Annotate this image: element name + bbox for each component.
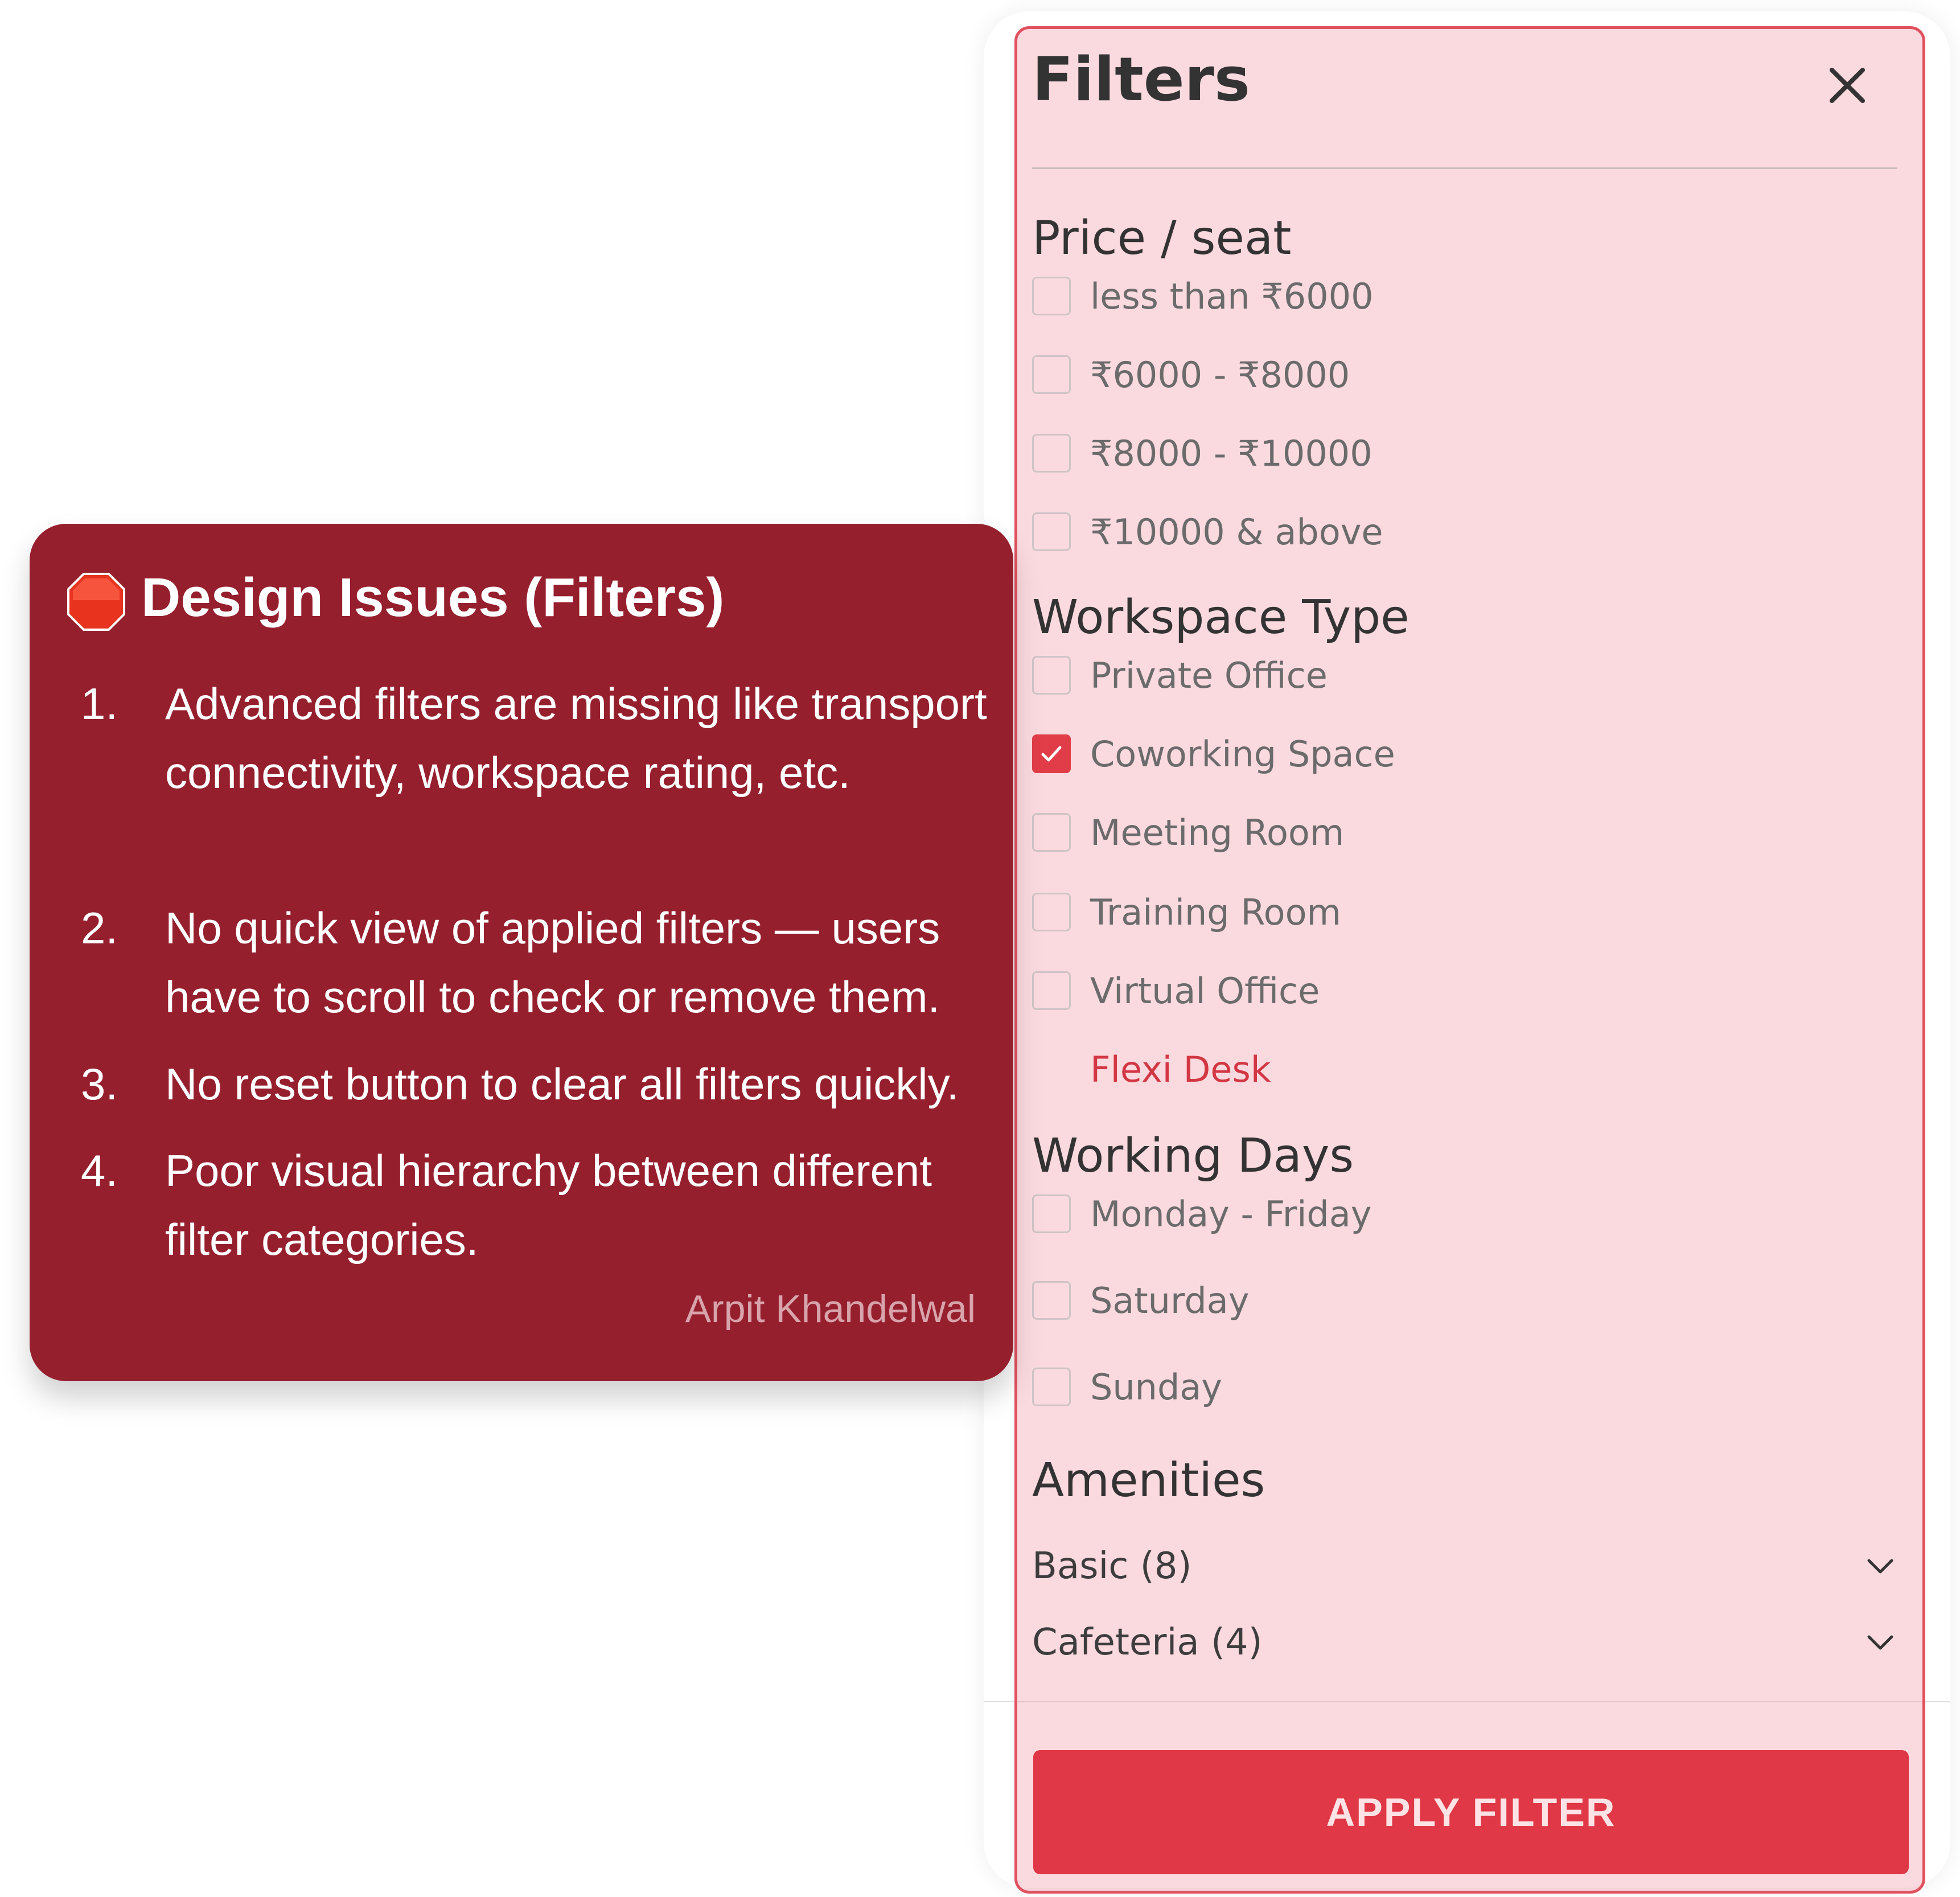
workspace-option-coworking-space[interactable]: Coworking Space xyxy=(1032,732,1395,775)
issue-number: 1. xyxy=(81,679,118,729)
issue-text: Advanced filters are missing like transp… xyxy=(165,679,987,798)
issue-item: 4. Poor visual hierarchy between differe… xyxy=(81,1136,992,1274)
issue-text: Poor visual hierarchy between different … xyxy=(165,1145,932,1264)
card-title: Design Issues (Filters) xyxy=(141,567,725,628)
price-option-8000-10000[interactable]: ₹8000 - ₹10000 xyxy=(1032,432,1373,475)
issue-text: No reset button to clear all filters qui… xyxy=(165,1059,959,1109)
checkbox[interactable] xyxy=(1032,1194,1071,1233)
checkbox[interactable] xyxy=(1032,277,1071,315)
checkbox[interactable] xyxy=(1032,1281,1071,1320)
workspace-option-flexi-desk[interactable]: Flexi Desk xyxy=(1032,1048,1271,1091)
option-label: Flexi Desk xyxy=(1090,1048,1271,1090)
workspace-option-training-room[interactable]: Training Room xyxy=(1032,890,1341,934)
close-icon[interactable] xyxy=(1822,60,1873,111)
amenity-group-basic[interactable]: Basic (8) xyxy=(1032,1541,1897,1592)
option-label: Sunday xyxy=(1090,1366,1222,1408)
amenity-group-cafeteria[interactable]: Cafeteria (4) xyxy=(1032,1617,1897,1668)
apply-filter-button[interactable]: APPLY FILTER xyxy=(1033,1750,1909,1874)
option-label: Saturday xyxy=(1090,1279,1250,1321)
design-issues-card: Design Issues (Filters) 1. Advanced filt… xyxy=(30,524,1013,1381)
workspace-option-meeting-room[interactable]: Meeting Room xyxy=(1032,811,1344,854)
option-label: Private Office xyxy=(1090,654,1328,696)
option-label: less than ₹6000 xyxy=(1090,275,1374,317)
checkbox[interactable] xyxy=(1032,434,1071,473)
issue-item: 2. No quick view of applied filters — us… xyxy=(81,894,992,1032)
option-label: Coworking Space xyxy=(1090,733,1395,775)
workspace-option-private-office[interactable]: Private Office xyxy=(1032,654,1328,697)
header-divider xyxy=(1032,167,1897,169)
section-title-amenities: Amenities xyxy=(1032,1453,1265,1508)
issue-item: 3. No reset button to clear all filters … xyxy=(81,1050,992,1119)
checkbox[interactable] xyxy=(1032,971,1071,1010)
check-icon xyxy=(1041,746,1062,762)
days-option-sunday[interactable]: Sunday xyxy=(1032,1365,1222,1409)
author-credit: Arpit Khandelwal xyxy=(685,1287,976,1331)
issue-number: 2. xyxy=(81,903,118,953)
checkbox[interactable] xyxy=(1032,656,1071,695)
option-label: Virtual Office xyxy=(1090,970,1320,1012)
amenity-label: Cafeteria (4) xyxy=(1032,1621,1263,1664)
chevron-down-icon[interactable] xyxy=(1863,1631,1897,1654)
checkbox-hidden[interactable] xyxy=(1032,1050,1071,1089)
option-label: Monday - Friday xyxy=(1090,1193,1372,1235)
section-title-working-days: Working Days xyxy=(1032,1129,1354,1183)
option-label: Meeting Room xyxy=(1090,811,1345,853)
chevron-down-icon[interactable] xyxy=(1863,1555,1897,1578)
checkbox[interactable] xyxy=(1032,355,1071,394)
issue-item: 1. Advanced filters are missing like tra… xyxy=(81,670,992,807)
days-option-saturday[interactable]: Saturday xyxy=(1032,1279,1249,1322)
price-option-6000-8000[interactable]: ₹6000 - ₹8000 xyxy=(1032,353,1350,396)
amenity-label: Basic (8) xyxy=(1032,1545,1192,1587)
issue-text: No quick view of applied filters — users… xyxy=(165,903,940,1022)
section-title-price: Price / seat xyxy=(1032,211,1292,265)
checkbox[interactable] xyxy=(1032,813,1071,852)
days-option-monday-friday[interactable]: Monday - Friday xyxy=(1032,1192,1371,1235)
option-label: ₹8000 - ₹10000 xyxy=(1090,432,1373,474)
option-label: ₹6000 - ₹8000 xyxy=(1090,354,1350,396)
option-label: ₹10000 & above xyxy=(1090,511,1383,553)
option-label: Training Room xyxy=(1090,891,1341,933)
issue-number: 3. xyxy=(81,1059,118,1109)
checkbox-checked[interactable] xyxy=(1032,734,1071,773)
stop-sign-icon xyxy=(67,573,125,631)
issue-number: 4. xyxy=(81,1145,118,1196)
price-option-10000-above[interactable]: ₹10000 & above xyxy=(1032,510,1383,553)
price-option-less-than-6000[interactable]: less than ₹6000 xyxy=(1032,274,1374,318)
checkbox[interactable] xyxy=(1032,893,1071,931)
section-title-workspace-type: Workspace Type xyxy=(1032,590,1410,644)
checkbox[interactable] xyxy=(1032,1368,1071,1406)
page: Filters Price / seat less than ₹6000 ₹60… xyxy=(0,0,1960,1897)
checkbox[interactable] xyxy=(1032,512,1071,551)
filters-title: Filters xyxy=(1032,44,1251,114)
workspace-option-virtual-office[interactable]: Virtual Office xyxy=(1032,969,1320,1012)
